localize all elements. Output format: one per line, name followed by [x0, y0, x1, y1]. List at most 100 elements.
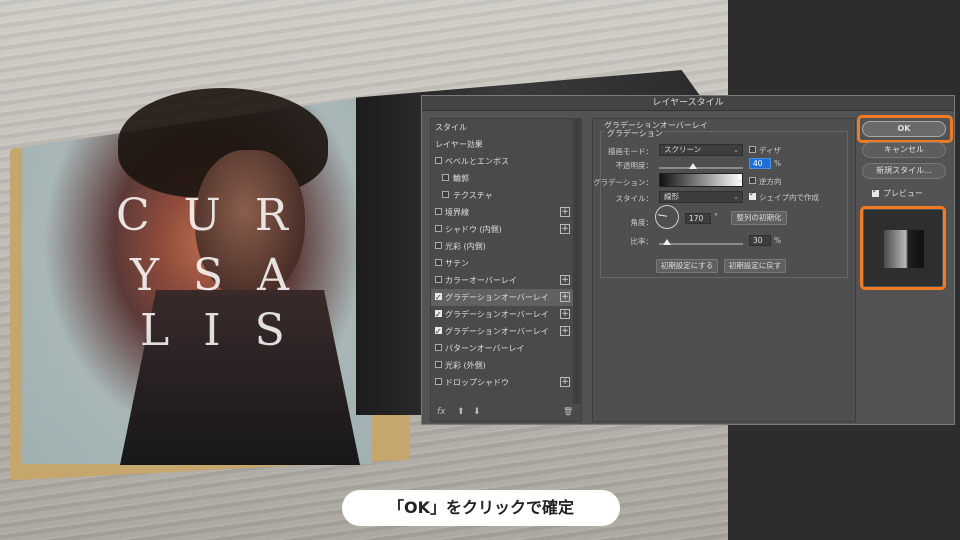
instruction-caption: 「OK」をクリックで確定 [342, 490, 620, 526]
effect-checkbox[interactable] [435, 157, 442, 164]
reverse-label: 逆方向 [759, 177, 782, 186]
make-default-button[interactable]: 初期設定にする [656, 259, 718, 273]
gradient-swatch[interactable] [659, 173, 743, 187]
opacity-percent: % [774, 159, 782, 168]
effect-label: テクスチャ [453, 191, 493, 200]
effect-checkbox[interactable] [442, 174, 449, 181]
effect-label: 輪郭 [453, 174, 469, 183]
effect-label: レイヤー効果 [435, 140, 483, 149]
layer-style-dialog: レイヤースタイル スタイル レイヤー効果 ベベルとエンボス 輪郭 テクスチャ 境界線 + シャ… [421, 95, 955, 425]
effect-checkbox[interactable] [435, 225, 442, 232]
effect-item[interactable]: グラデーションオーバーレイ + [431, 289, 573, 306]
add-effect-icon[interactable]: + [560, 377, 570, 387]
effects-scrollbar[interactable] [573, 119, 580, 404]
effect-checkbox[interactable] [435, 242, 442, 249]
effect-item[interactable]: 境界線 + [431, 204, 573, 221]
effect-label: 光彩 (外側) [445, 361, 486, 370]
effect-label: 境界線 [445, 208, 469, 217]
effect-item[interactable]: スタイル [431, 119, 573, 136]
preview-label: プレビュー [883, 189, 923, 198]
effect-label: シャドウ (内側) [445, 225, 502, 234]
effect-checkbox[interactable] [435, 306, 442, 323]
align-with-layer-checkbox[interactable] [749, 189, 756, 200]
deco-letters-row1: C U R [116, 190, 298, 241]
move-down-icon[interactable]: ⬇ [473, 407, 481, 417]
effect-label: ベベルとエンボス [445, 157, 509, 166]
dialog-actions: OK キャンセル 新規スタイル... プレビュー [857, 115, 953, 318]
effect-item[interactable]: パターンオーバーレイ [431, 340, 573, 357]
add-effect-icon[interactable]: + [560, 224, 570, 234]
effect-checkbox[interactable] [435, 344, 442, 351]
effect-item[interactable]: ドロップシャドウ + [431, 374, 573, 391]
effect-item[interactable]: グラデーションオーバーレイ + [431, 323, 573, 340]
effect-checkbox[interactable] [435, 208, 442, 215]
scale-label: 比率： [630, 237, 654, 246]
effect-item[interactable]: グラデーションオーバーレイ + [431, 306, 573, 323]
effect-label: グラデーションオーバーレイ [445, 310, 549, 319]
opacity-slider-thumb[interactable] [689, 163, 697, 169]
move-up-icon[interactable]: ⬆ [457, 407, 465, 417]
add-effect-icon[interactable]: + [560, 275, 570, 285]
angle-dial-needle [657, 214, 668, 217]
angle-input[interactable]: 170 [685, 213, 711, 224]
effect-item[interactable]: 光彩 (内側) [431, 238, 573, 255]
opacity-slider[interactable] [659, 167, 743, 169]
effect-checkbox[interactable] [435, 276, 442, 283]
effect-item[interactable]: サテン [431, 255, 573, 272]
effect-item[interactable]: 輪郭 [431, 170, 573, 187]
add-effect-icon[interactable]: + [560, 326, 570, 336]
effect-item[interactable]: ベベルとエンボス [431, 153, 573, 170]
ok-highlight-ring [857, 115, 953, 143]
blend-mode-label: 描画モード： [608, 147, 653, 156]
scale-slider-thumb[interactable] [663, 239, 671, 245]
reset-alignment-button[interactable]: 整列の初期化 [731, 211, 787, 225]
angle-degree: ° [714, 212, 718, 221]
effects-footer: fx ⬆ ⬇ 🗑 [431, 404, 581, 421]
dither-checkbox[interactable] [749, 146, 756, 153]
reset-to-default-button[interactable]: 初期設定に戻す [724, 259, 786, 273]
scale-slider[interactable] [659, 243, 743, 245]
group-title: グラデーション [605, 128, 665, 139]
add-effect-icon[interactable]: + [560, 292, 570, 302]
add-effect-icon[interactable]: + [560, 309, 570, 319]
effect-item[interactable]: カラーオーバーレイ + [431, 272, 573, 289]
preview-highlight-ring [860, 206, 946, 290]
add-effect-icon[interactable]: + [560, 207, 570, 217]
effect-item[interactable]: シャドウ (内側) + [431, 221, 573, 238]
reverse-checkbox[interactable] [749, 177, 756, 184]
chevron-down-icon: ⌄ [733, 193, 739, 201]
effect-label: ドロップシャドウ [445, 378, 509, 387]
blend-mode-value: スクリーン [664, 145, 702, 154]
preview-checkbox[interactable] [872, 186, 879, 197]
effect-checkbox[interactable] [442, 191, 449, 198]
effect-label: パターンオーバーレイ [445, 344, 525, 353]
gradient-chevron-icon[interactable]: ⌄ [738, 176, 744, 184]
effect-item[interactable]: レイヤー効果 [431, 136, 573, 153]
fx-icon[interactable]: fx [437, 407, 446, 417]
effect-checkbox[interactable] [435, 361, 442, 368]
angle-label: 角度： [630, 218, 654, 227]
gradient-overlay-panel: グラデーションオーバーレイ グラデーション 描画モード： スクリーン ⌄ ディザ… [592, 118, 856, 422]
opacity-input[interactable]: 40 [749, 158, 771, 169]
effect-checkbox[interactable] [435, 289, 442, 306]
effect-checkbox[interactable] [435, 259, 442, 266]
effect-item[interactable]: 光彩 (外側) [431, 357, 573, 374]
effect-item[interactable]: テクスチャ [431, 187, 573, 204]
cancel-button[interactable]: キャンセル [862, 142, 946, 158]
scale-input[interactable]: 30 [749, 235, 771, 246]
effects-list: スタイルレイヤー効果ベベルとエンボス輪郭テクスチャ境界線 + シャドウ (内側) + 光… [430, 118, 582, 422]
scale-percent: % [774, 236, 782, 245]
deco-letters-row2: Y S A [130, 250, 299, 301]
chevron-down-icon: ⌄ [733, 146, 739, 154]
angle-dial[interactable] [655, 205, 679, 229]
deco-letters-row3: L I S [140, 305, 295, 356]
effect-checkbox[interactable] [435, 378, 442, 385]
style-dropdown[interactable]: 線形 ⌄ [659, 191, 743, 203]
dialog-title: レイヤースタイル [422, 96, 954, 111]
blend-mode-dropdown[interactable]: スクリーン ⌄ [659, 144, 743, 156]
style-value: 線形 [664, 192, 679, 201]
effect-checkbox[interactable] [435, 323, 442, 340]
effect-label: サテン [445, 259, 469, 268]
new-style-button[interactable]: 新規スタイル... [862, 163, 946, 179]
trash-icon[interactable]: 🗑 [563, 407, 573, 416]
